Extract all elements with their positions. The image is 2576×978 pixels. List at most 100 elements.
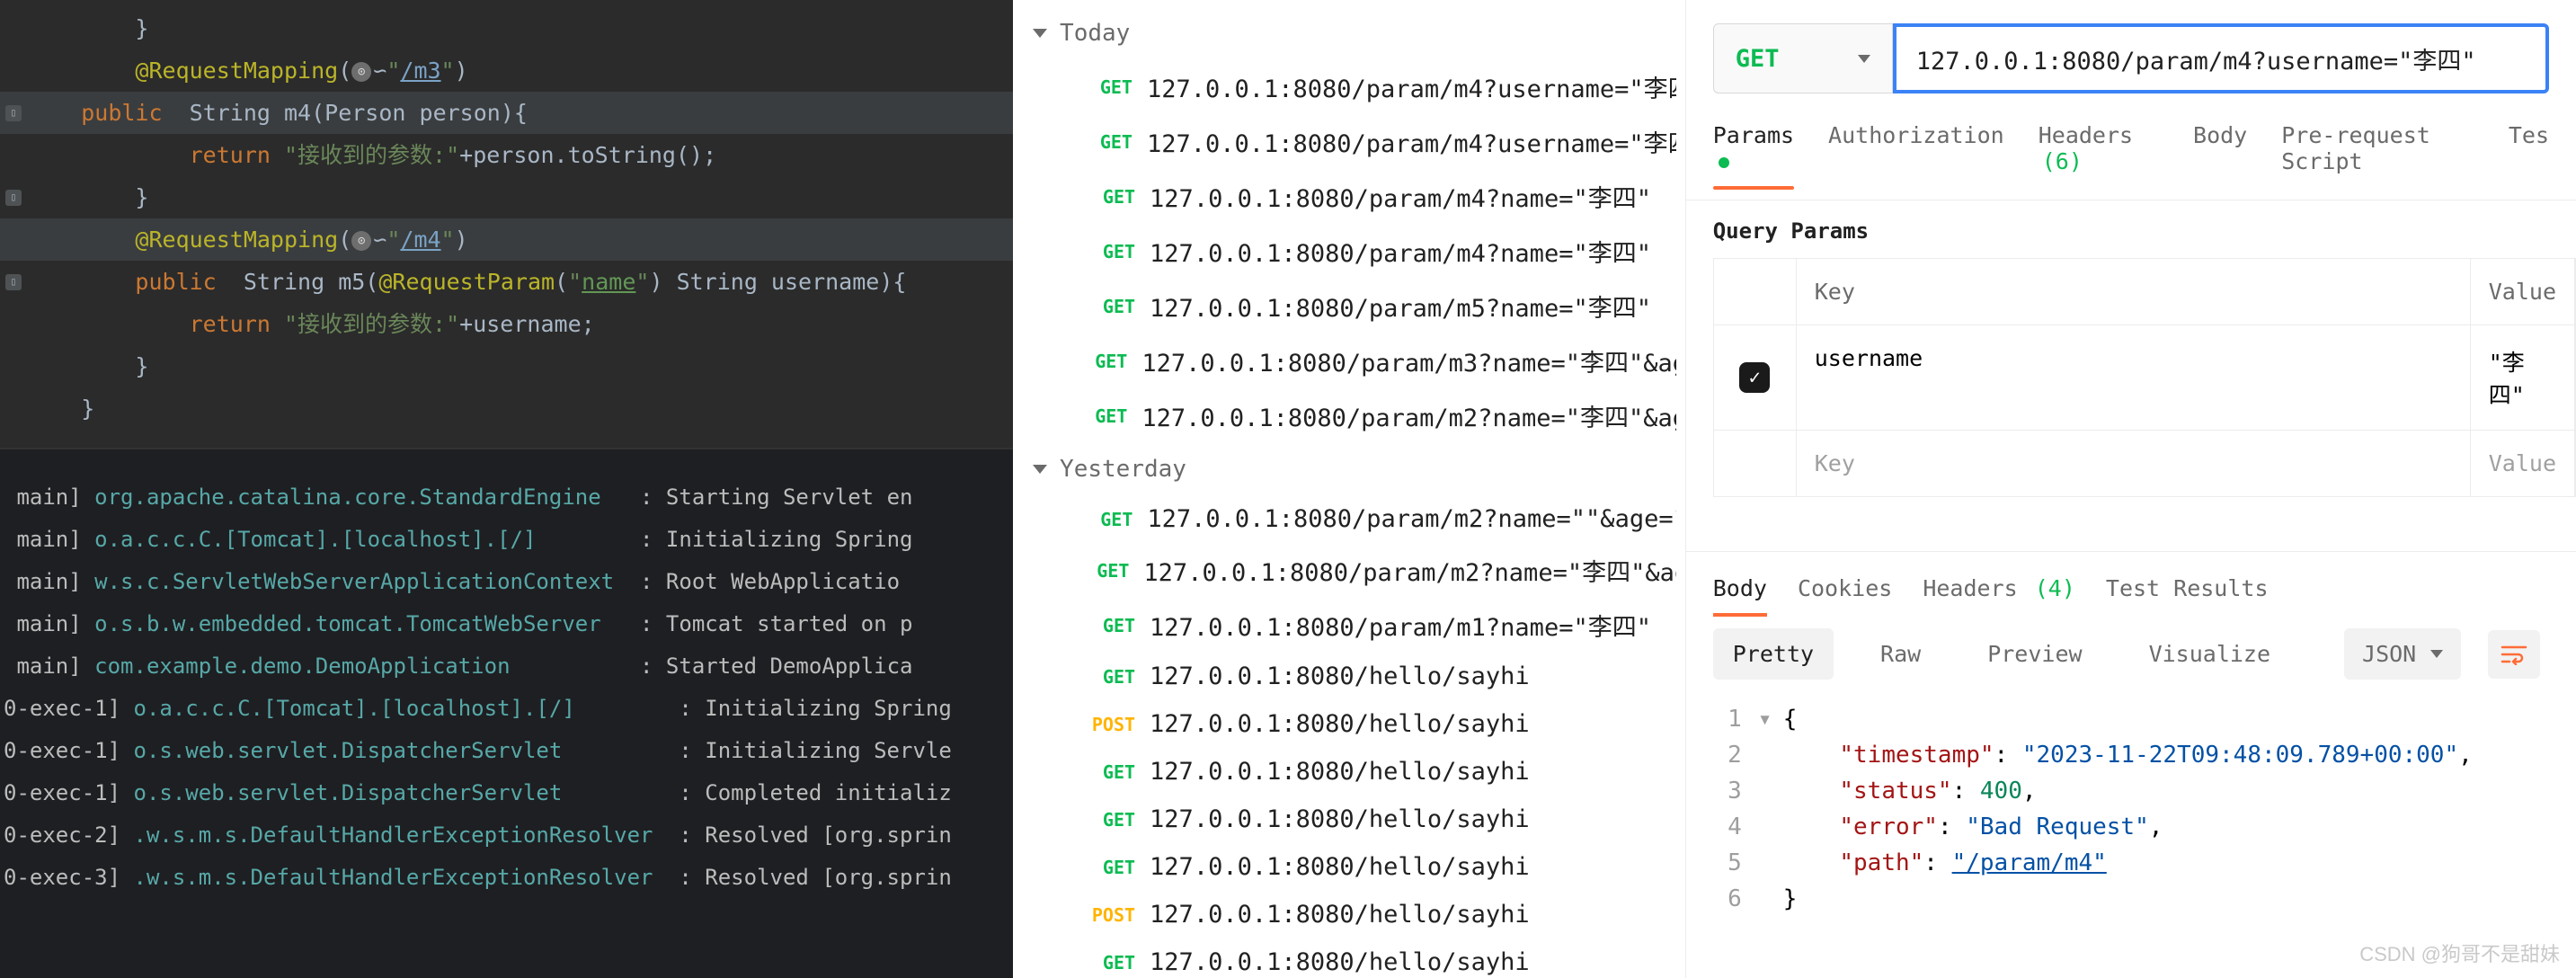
code-line[interactable]: ▯ } [0,176,1013,218]
history-item[interactable]: GET127.0.0.1:8080/param/m4?name="李四" [1013,169,1685,224]
method-badge: GET [1085,952,1135,974]
history-url: 127.0.0.1:8080/param/m4?username="李四" [1147,69,1676,104]
request-tab[interactable]: Authorization [1828,117,2004,189]
history-item[interactable]: GET127.0.0.1:8080/param/m5?name="李四" [1013,279,1685,333]
history-url: 127.0.0.1:8080/param/m2?name="李四"&age=10… [1141,398,1675,433]
wrap-lines-icon[interactable] [2488,630,2540,679]
code-line[interactable]: } [0,387,1013,430]
postman-panel: GET Params Authorization Headers (6) Body Pr… [1685,0,2576,978]
code-line[interactable]: return "接收到的参数:"+person.toString(); [0,134,1013,176]
param-value[interactable]: "李四" [2471,325,2575,430]
line-number: 3 [1713,773,1758,809]
query-params-title: Query Params [1686,200,2576,258]
code-editor[interactable]: } @RequestMapping(⊙∽"/m3")▯ public Strin… [0,0,1013,448]
view-mode-button[interactable]: Raw [1861,628,1941,680]
log-line: main] o.a.c.c.C.[Tomcat].[localhost].[/]… [0,519,1013,561]
response-tab[interactable]: Test Results [2106,570,2269,616]
query-params-table: KeyValueusername"李四"KeyValue [1713,258,2576,497]
history-panel[interactable]: TodayGET127.0.0.1:8080/param/m4?username… [1013,0,1685,978]
url-input[interactable] [1893,23,2549,93]
json-line: 4 "error": "Bad Request", [1713,809,2549,845]
request-tab[interactable]: Params [1713,117,1794,189]
history-url: 127.0.0.1:8080/param/m2?name="李四"&age=10 [1143,553,1675,588]
request-tab[interactable]: Body [2193,117,2247,189]
param-checkbox[interactable] [1714,325,1797,430]
history-url: 127.0.0.1:8080/hello/sayhi [1150,948,1530,976]
history-item[interactable]: GET 127.0.0.1:8080/hello/sayhi [1013,938,1685,978]
history-item[interactable]: GET127.0.0.1:8080/param/m4?name="李四" [1013,224,1685,279]
request-tab[interactable]: Headers (6) [2039,117,2159,189]
method-badge: GET [1085,351,1127,372]
method-badge: GET [1085,405,1127,427]
request-tab[interactable]: Tes [2509,117,2549,189]
format-select[interactable]: JSON [2344,628,2461,680]
response-tab[interactable]: Headers (4) [1923,570,2075,616]
response-tabs: Body Cookies Headers (4) Test Results [1686,552,2576,616]
param-value-placeholder[interactable]: Value [2471,431,2575,496]
method-badge: POST [1085,904,1135,926]
history-url: 127.0.0.1:8080/param/m3?name="李四"&age=10… [1141,343,1675,378]
history-item[interactable]: GET 127.0.0.1:8080/param/m2?name="李四"&age… [1013,388,1685,443]
code-line[interactable]: @RequestMapping(⊙∽"/m3") [0,49,1013,92]
history-item[interactable]: GET 127.0.0.1:8080/hello/sayhi [1013,748,1685,796]
view-mode-button[interactable]: Visualize [2129,628,2290,680]
history-item[interactable]: GET127.0.0.1:8080/hello/sayhi [1013,843,1685,891]
code-line[interactable]: } [0,7,1013,49]
fold-icon[interactable]: ▾ [1758,701,1783,737]
method-badge: GET [1085,857,1135,878]
history-item[interactable]: GET127.0.0.1:8080/param/m4?username="李四" [1013,114,1685,169]
format-label: JSON [2362,641,2416,667]
log-line: main] com.example.demo.DemoApplication :… [0,645,1013,688]
history-group-header[interactable]: Today [1013,7,1685,59]
request-tab[interactable]: Pre-request Script [2281,117,2474,189]
method-badge: GET [1085,761,1135,783]
checkbox-header [1714,259,1797,325]
line-number: 6 [1713,881,1758,917]
group-label: Yesterday [1060,456,1186,483]
history-url: 127.0.0.1:8080/hello/sayhi [1150,758,1530,786]
method-badge: GET [1085,666,1135,688]
history-item[interactable]: POST127.0.0.1:8080/hello/sayhi [1013,891,1685,938]
param-checkbox[interactable] [1714,431,1797,496]
console-output[interactable]: main] org.apache.catalina.core.StandardE… [0,448,1013,978]
watermark: CSDN @狗哥不是甜妹 [2359,938,2560,967]
history-url: 127.0.0.1:8080/param/m4?username="李四" [1147,124,1676,159]
response-body[interactable]: 1▾{2 "timestamp": "2023-11-22T09:48:09.7… [1686,692,2576,926]
response-tab[interactable]: Cookies [1798,570,1892,616]
code-line[interactable]: return "接收到的参数:"+username; [0,303,1013,345]
history-item[interactable]: GET127.0.0.1:8080/param/m1?name="李四" [1013,598,1685,653]
param-key[interactable]: username [1797,325,2471,430]
fold-icon [1758,809,1783,845]
method-badge: GET [1085,296,1135,317]
history-item[interactable]: GET 127.0.0.1:8080/param/m3?name="李四"&age… [1013,333,1685,388]
history-group-header[interactable]: Yesterday [1013,443,1685,495]
fold-icon [1758,773,1783,809]
code-line[interactable]: ▯ public String m4(Person person){ [0,92,1013,134]
param-row: username"李四" [1714,325,2575,431]
history-item[interactable]: GET127.0.0.1:8080/hello/sayhi [1013,653,1685,700]
http-method-select[interactable]: GET [1713,23,1893,93]
json-line: 2 "timestamp": "2023-11-22T09:48:09.789+… [1713,737,2549,773]
log-line: 0-exec-1] o.s.web.servlet.DispatcherServ… [0,772,1013,814]
value-header: Value [2471,259,2575,325]
request-url-row: GET [1686,0,2576,117]
response-tab[interactable]: Body [1713,570,1767,616]
code-line[interactable]: ▯ public String m5(@RequestParam("name")… [0,261,1013,303]
fold-icon [1758,845,1783,881]
param-key-placeholder[interactable]: Key [1797,431,2471,496]
log-line: main] w.s.c.ServletWebServerApplicationC… [0,561,1013,603]
request-tabs: Params Authorization Headers (6) Body Pre-re… [1686,117,2576,200]
fold-icon [1758,881,1783,917]
code-line[interactable]: } [0,345,1013,387]
history-item[interactable]: GET127.0.0.1:8080/hello/sayhi [1013,796,1685,843]
history-item[interactable]: GET127.0.0.1:8080/param/m2?name="李四"&age… [1013,543,1685,598]
indicator-dot [1719,157,1729,168]
view-mode-button[interactable]: Preview [1968,628,2101,680]
code-line[interactable]: @RequestMapping(⊙∽"/m4") [0,218,1013,261]
history-item[interactable]: GET127.0.0.1:8080/param/m2?name=""&age=1… [1013,495,1685,543]
history-item[interactable]: POST127.0.0.1:8080/hello/sayhi [1013,700,1685,748]
history-item[interactable]: GET127.0.0.1:8080/param/m4?username="李四" [1013,59,1685,114]
method-badge: GET [1085,809,1135,831]
view-mode-button[interactable]: Pretty [1713,628,1834,680]
chevron-icon [1033,29,1047,38]
